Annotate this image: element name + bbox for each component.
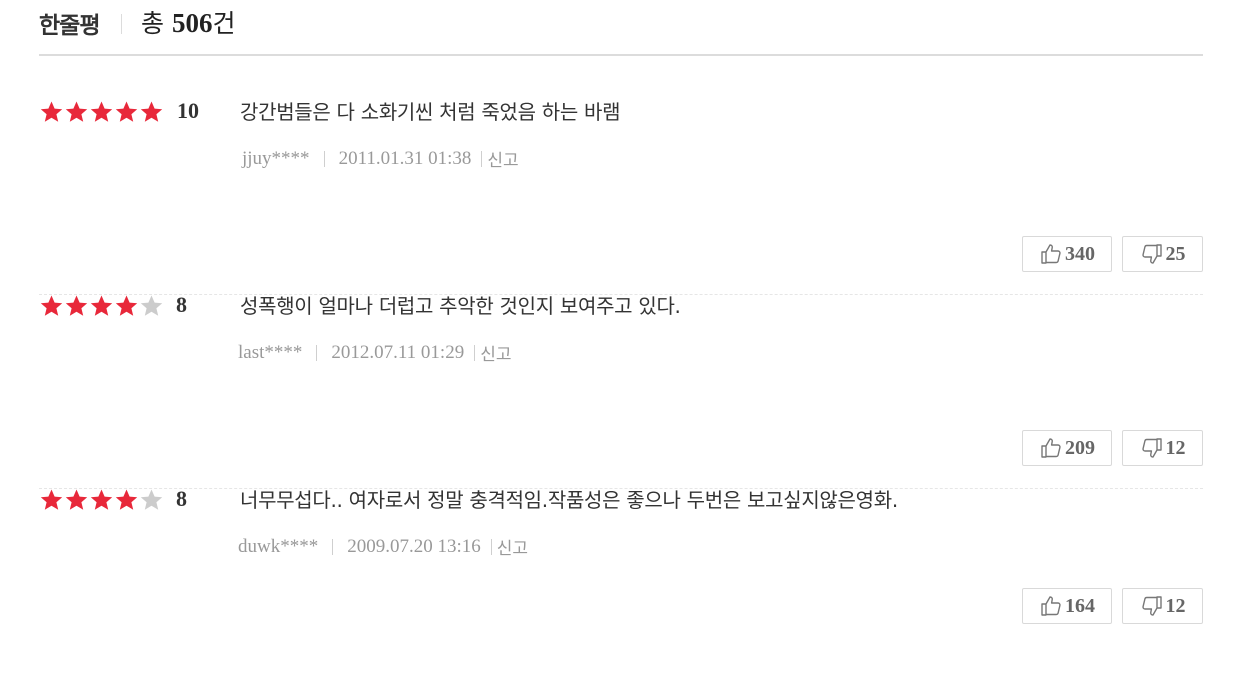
thumbs-up-icon bbox=[1039, 242, 1065, 266]
review-date: 2012.07.11 01:29 bbox=[331, 341, 465, 363]
thumbs-up-icon bbox=[1039, 594, 1065, 618]
star-filled-icon bbox=[64, 100, 89, 124]
review-comment: 성폭행이 얼마나 더럽고 추악한 것인지 보여주고 있다. bbox=[240, 294, 681, 318]
rating-stars bbox=[39, 294, 164, 318]
total-count: 506 bbox=[171, 8, 213, 38]
dislike-count: 12 bbox=[1165, 436, 1186, 459]
star-filled-icon bbox=[89, 294, 114, 318]
thumbs-down-icon bbox=[1140, 594, 1166, 618]
total-prefix: 총 bbox=[141, 9, 172, 38]
dislike-count: 12 bbox=[1165, 594, 1186, 617]
rating-score: 10 bbox=[177, 98, 199, 123]
star-filled-icon bbox=[139, 100, 164, 124]
like-count: 209 bbox=[1065, 436, 1095, 459]
like-count: 340 bbox=[1065, 242, 1095, 265]
review-item: 10 강간범들은 다 소화기씬 처럼 죽었음 하는 바램 jjuy**** 20… bbox=[39, 98, 1203, 295]
rating-stars bbox=[39, 100, 164, 124]
report-link[interactable]: 신고 bbox=[480, 340, 511, 365]
review-comment: 강간범들은 다 소화기씬 처럼 죽었음 하는 바램 bbox=[240, 100, 621, 124]
star-filled-icon bbox=[64, 294, 89, 318]
review-user: last**** bbox=[238, 341, 303, 363]
review-header: 한줄평 총 506건 bbox=[39, 0, 1203, 56]
review-meta: jjuy**** 2011.01.31 01:38 신고 bbox=[242, 146, 519, 172]
rating-score: 8 bbox=[176, 486, 187, 511]
star-filled-icon bbox=[114, 100, 139, 124]
review-panel: 한줄평 총 506건 10 강간범들은 다 소화기씬 처럼 죽었음 하는 바램 … bbox=[0, 0, 1249, 641]
rating-score: 8 bbox=[176, 292, 187, 317]
star-filled-icon bbox=[89, 100, 114, 124]
rating-stars bbox=[39, 488, 164, 512]
star-filled-icon bbox=[39, 100, 64, 124]
dislike-button[interactable]: 25 bbox=[1122, 236, 1203, 272]
thumbs-up-icon bbox=[1039, 436, 1065, 460]
meta-divider bbox=[323, 150, 325, 167]
star-filled-icon bbox=[39, 488, 64, 512]
meta-divider bbox=[490, 538, 492, 555]
thumbs-down-icon bbox=[1140, 242, 1166, 266]
dislike-count: 25 bbox=[1165, 242, 1186, 265]
dislike-button[interactable]: 12 bbox=[1122, 588, 1203, 624]
star-filled-icon bbox=[89, 488, 114, 512]
header-divider bbox=[121, 14, 122, 34]
thumbs-down-icon bbox=[1140, 436, 1166, 460]
like-button[interactable]: 164 bbox=[1022, 588, 1112, 624]
dislike-button[interactable]: 12 bbox=[1122, 430, 1203, 466]
review-meta: last**** 2012.07.11 01:29 신고 bbox=[238, 340, 512, 366]
star-empty-icon bbox=[139, 294, 164, 318]
like-count: 164 bbox=[1065, 594, 1095, 617]
star-filled-icon bbox=[39, 294, 64, 318]
meta-divider bbox=[474, 344, 476, 361]
section-title: 한줄평 bbox=[39, 13, 100, 39]
review-date: 2009.07.20 13:16 bbox=[347, 535, 481, 557]
meta-divider bbox=[332, 538, 334, 555]
star-filled-icon bbox=[114, 488, 139, 512]
star-filled-icon bbox=[64, 488, 89, 512]
like-button[interactable]: 209 bbox=[1022, 430, 1112, 466]
star-filled-icon bbox=[114, 294, 139, 318]
review-item: 8 성폭행이 얼마나 더럽고 추악한 것인지 보여주고 있다. last****… bbox=[39, 292, 1203, 489]
report-link[interactable]: 신고 bbox=[487, 146, 518, 171]
review-meta: duwk**** 2009.07.20 13:16 신고 bbox=[238, 534, 528, 560]
review-date: 2011.01.31 01:38 bbox=[338, 147, 472, 169]
report-link[interactable]: 신고 bbox=[497, 534, 528, 559]
meta-divider bbox=[316, 344, 318, 361]
total-suffix: 건 bbox=[212, 9, 236, 38]
like-button[interactable]: 340 bbox=[1022, 236, 1112, 272]
meta-divider bbox=[481, 150, 483, 167]
star-empty-icon bbox=[139, 488, 164, 512]
review-comment: 너무무섭다.. 여자로서 정말 충격적임.작품성은 좋으나 두번은 보고싶지않은… bbox=[240, 488, 898, 512]
review-user: duwk**** bbox=[238, 535, 319, 557]
review-item: 8 너무무섭다.. 여자로서 정말 충격적임.작품성은 좋으나 두번은 보고싶지… bbox=[39, 486, 1203, 682]
review-total: 총 506건 bbox=[141, 4, 235, 40]
review-user: jjuy**** bbox=[242, 147, 310, 169]
